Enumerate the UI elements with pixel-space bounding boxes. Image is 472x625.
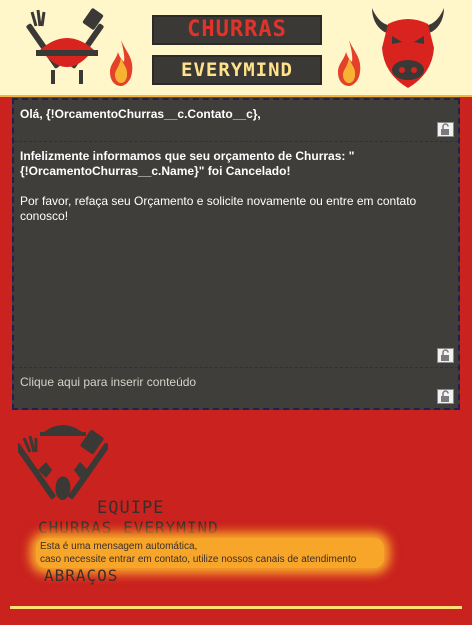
brand-title-line-1: CHURRAS [152, 15, 322, 45]
team-line-1: EQUIPE [97, 498, 165, 518]
message-region[interactable]: Infelizmente informamos que seu orçament… [14, 142, 458, 368]
lock-icon[interactable] [437, 389, 454, 404]
note-line-1: Esta é uma mensagem automática, [40, 541, 198, 552]
message-line-2: {!OrcamentoChurras__c.Name}" foi Cancela… [20, 164, 291, 178]
automatic-message-note: Esta é uma mensagem automática, caso nec… [36, 538, 384, 568]
message-paragraph-2: Por favor, refaça seu Orçamento e solici… [20, 194, 417, 223]
message-line-1: Infelizmente informamos que seu orçament… [20, 149, 355, 163]
signoff-text: ABRAÇOS [44, 566, 119, 585]
message-text: Infelizmente informamos que seu orçament… [20, 149, 448, 224]
flame-icon [338, 40, 361, 86]
bbq-crossed-tools-icon [18, 425, 108, 500]
greeting-region[interactable]: Olá, {!OrcamentoChurras__c.Contato__c}, [14, 100, 458, 142]
flame-icon [110, 40, 133, 86]
note-line-2: caso necessite entrar em contato, utiliz… [40, 554, 357, 565]
bull-head-icon [372, 8, 444, 88]
brand-title-line-2: EVERYMIND [152, 55, 322, 85]
lock-icon[interactable] [437, 348, 454, 363]
grill-tools-icon [26, 8, 104, 84]
team-line-2: CHURRAS EVERYMIND [38, 518, 219, 537]
placeholder-text: Clique aqui para inserir conteúdo [20, 375, 197, 389]
placeholder-region[interactable]: Clique aqui para inserir conteúdo [14, 368, 458, 408]
email-body-editor: Olá, {!OrcamentoChurras__c.Contato__c}, … [12, 98, 460, 410]
footer-divider [10, 606, 462, 609]
lock-icon[interactable] [437, 122, 454, 137]
greeting-text: Olá, {!OrcamentoChurras__c.Contato__c}, [20, 107, 261, 121]
email-header-banner: CHURRAS EVERYMIND [0, 0, 472, 97]
